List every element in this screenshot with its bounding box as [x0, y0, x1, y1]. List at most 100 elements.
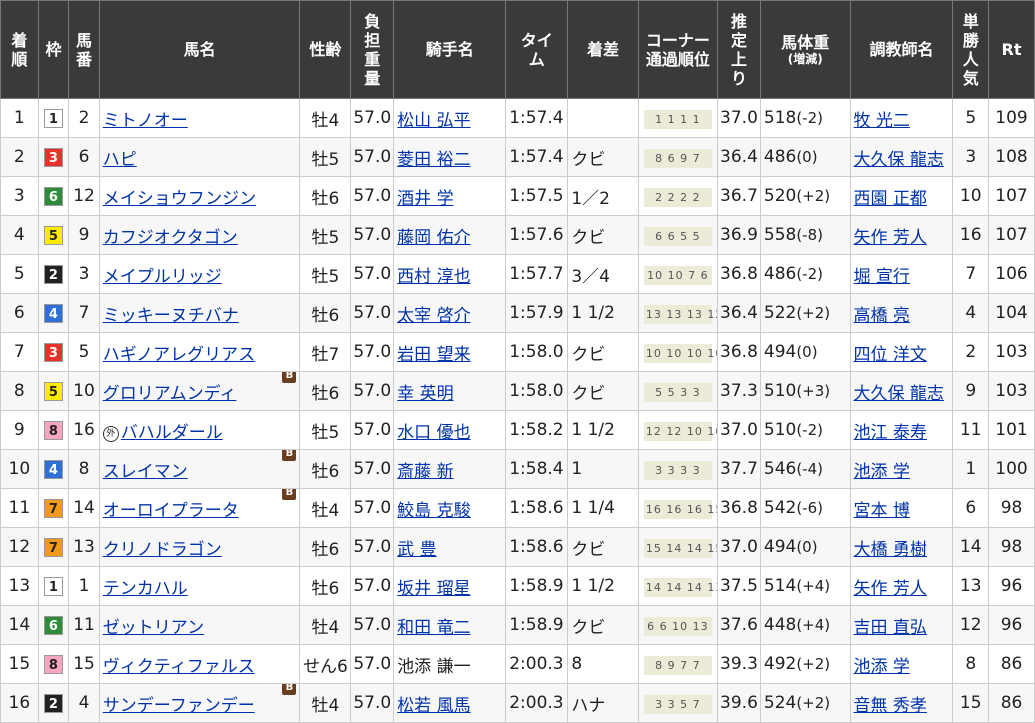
horse-name-link[interactable]: ミトノオー — [103, 111, 188, 131]
trainer-link[interactable]: 音無 秀孝 — [854, 696, 927, 716]
jockey-link[interactable]: 松山 弘平 — [397, 111, 470, 131]
trainer-link[interactable]: 大橋 勇樹 — [854, 540, 927, 560]
jockey-link[interactable]: 藤岡 佑介 — [397, 228, 470, 248]
time-cell: 1:57.4 — [505, 137, 569, 177]
horse-name-cell: ミトノオー — [98, 98, 301, 138]
time-cell: 2:00.3 — [505, 644, 569, 684]
horse-name-link[interactable]: ヴィクティファルス — [103, 657, 255, 677]
table-row: 4 5 9 カフジオクタゴン 牡5 57.0 藤岡 佑介 1:57.6 クビ 6… — [0, 215, 1035, 255]
table-row: 5 2 3 メイプルリッジ 牡5 57.0 西村 淳也 1:57.7 3／4 1… — [0, 254, 1035, 294]
jockey-link[interactable]: 武 豊 — [397, 540, 436, 560]
jockey-link[interactable]: 斎藤 新 — [397, 462, 453, 482]
col-body-weight-sub: (増減) — [787, 51, 823, 66]
rank-cell: 13 — [0, 566, 39, 606]
rating-cell: 103 — [988, 332, 1035, 372]
jockey-link[interactable]: 幸 英明 — [397, 384, 453, 404]
body-weight: 558 — [763, 225, 797, 245]
trainer-cell: 矢作 芳人 — [849, 215, 954, 255]
jockey-link[interactable]: 太宰 啓介 — [397, 306, 470, 326]
jockey-link[interactable]: 菱田 裕二 — [397, 150, 470, 170]
rank-cell: 1 — [0, 98, 39, 138]
body-weight: 542 — [763, 498, 797, 518]
trainer-cell: 大橋 勇樹 — [849, 527, 954, 567]
horse-name-link[interactable]: スレイマン — [103, 462, 188, 482]
body-weight: 494 — [763, 342, 797, 362]
trainer-link[interactable]: 西園 正都 — [854, 189, 927, 209]
popularity-cell: 13 — [952, 566, 990, 606]
trainer-link[interactable]: 池江 泰寿 — [854, 423, 927, 443]
jockey-link[interactable]: 酒井 学 — [397, 189, 453, 209]
trainer-link[interactable]: 吉田 直弘 — [854, 618, 927, 638]
horse-name-link[interactable]: メイプルリッジ — [103, 267, 222, 287]
weight-carried-cell: 57.0 — [350, 254, 395, 294]
body-weight-cell: 546(-4) — [759, 449, 851, 489]
horse-name-link[interactable]: テンカハル — [103, 579, 188, 599]
trainer-link[interactable]: 池添 学 — [854, 462, 910, 482]
last3f-cell: 37.3 — [717, 371, 761, 411]
trainer-link[interactable]: 高橋 亮 — [854, 306, 910, 326]
horse-name-link[interactable]: カフジオクタゴン — [103, 228, 238, 248]
sex-age-cell: 牡6 — [299, 371, 352, 411]
jockey-link[interactable]: 西村 淳也 — [397, 267, 470, 287]
rank-cell: 10 — [0, 449, 39, 489]
horse-name-cell: 外バハルダール — [98, 410, 301, 450]
body-weight-diff: (-2) — [796, 265, 823, 283]
corner-cell: 6 6 10 13 — [637, 605, 719, 645]
jockey-cell: 鮫島 克駿 — [393, 488, 507, 528]
trainer-link[interactable]: 矢作 芳人 — [854, 579, 927, 599]
weight-carried-cell: 57.0 — [350, 410, 395, 450]
margin-cell: クビ — [567, 605, 639, 645]
body-weight-diff: (-6) — [796, 499, 823, 517]
horse-name-link[interactable]: サンデーファンデー — [103, 696, 255, 716]
jockey-link[interactable]: 和田 竜二 — [397, 618, 470, 638]
horse-name-link[interactable]: バハルダール — [121, 423, 223, 443]
jockey-link[interactable]: 松若 風馬 — [397, 696, 470, 716]
jockey-link[interactable]: 鮫島 克駿 — [397, 501, 470, 521]
col-weight-carried: 負担重量 — [350, 0, 395, 99]
col-trainer: 調教師名 — [849, 0, 954, 99]
waku-cell: 5 — [37, 371, 70, 411]
last3f-cell: 37.5 — [717, 566, 761, 606]
trainer-link[interactable]: 矢作 芳人 — [854, 228, 927, 248]
horse-name-link[interactable]: メイショウフンジン — [103, 189, 256, 209]
trainer-link[interactable]: 宮本 博 — [854, 501, 910, 521]
body-weight-diff: (+2) — [796, 304, 831, 322]
trainer-link[interactable]: 堀 宣行 — [854, 267, 910, 287]
horse-name-link[interactable]: ハギノアレグリアス — [103, 345, 255, 365]
horse-name-link[interactable]: ゼットリアン — [103, 618, 204, 638]
waku-cell: 6 — [37, 605, 70, 645]
last3f-cell: 37.0 — [717, 527, 761, 567]
trainer-link[interactable]: 大久保 龍志 — [854, 150, 944, 170]
table-row: 7 3 5 ハギノアレグリアス 牡7 57.0 岩田 望来 1:58.0 クビ … — [0, 332, 1035, 372]
body-weight-diff: (+2) — [796, 187, 831, 205]
corner-positions: 1 1 1 1 — [643, 109, 712, 129]
rating-cell: 107 — [988, 215, 1035, 255]
horse-name-link[interactable]: クリノドラゴン — [103, 540, 222, 560]
popularity-cell: 6 — [952, 488, 990, 528]
jockey-link[interactable]: 坂井 瑠星 — [397, 579, 470, 599]
jockey-link[interactable]: 岩田 望来 — [397, 345, 470, 365]
last3f-cell: 37.0 — [717, 98, 761, 138]
time-cell: 1:57.7 — [505, 254, 569, 294]
horse-name-link[interactable]: オーロイプラータ — [103, 501, 239, 521]
horse-name-link[interactable]: ハピ — [103, 150, 137, 170]
trainer-link[interactable]: 牧 光二 — [854, 111, 910, 131]
rating-cell: 104 — [988, 293, 1035, 333]
trainer-link[interactable]: 大久保 龍志 — [854, 384, 944, 404]
margin-cell: 1 1/2 — [567, 410, 639, 450]
jockey-link[interactable]: 水口 優也 — [397, 423, 470, 443]
rank-cell: 4 — [0, 215, 39, 255]
margin-cell: 1 1/2 — [567, 293, 639, 333]
body-weight-cell: 492(+2) — [759, 644, 851, 684]
corner-cell: 1 1 1 1 — [637, 98, 719, 138]
horse-name-link[interactable]: グロリアムンディ — [103, 384, 237, 404]
horse-name-link[interactable]: ミッキーヌチバナ — [103, 306, 239, 326]
trainer-link[interactable]: 四位 洋文 — [854, 345, 927, 365]
body-weight: 486 — [763, 264, 797, 284]
trainer-cell: 宮本 博 — [849, 488, 954, 528]
trainer-link[interactable]: 池添 学 — [854, 657, 910, 677]
col-body-weight-main: 馬体重 — [781, 32, 830, 52]
body-weight-diff: (-2) — [796, 421, 823, 439]
waku-cell: 2 — [37, 254, 70, 294]
corner-positions: 10 10 7 6 — [643, 265, 712, 285]
